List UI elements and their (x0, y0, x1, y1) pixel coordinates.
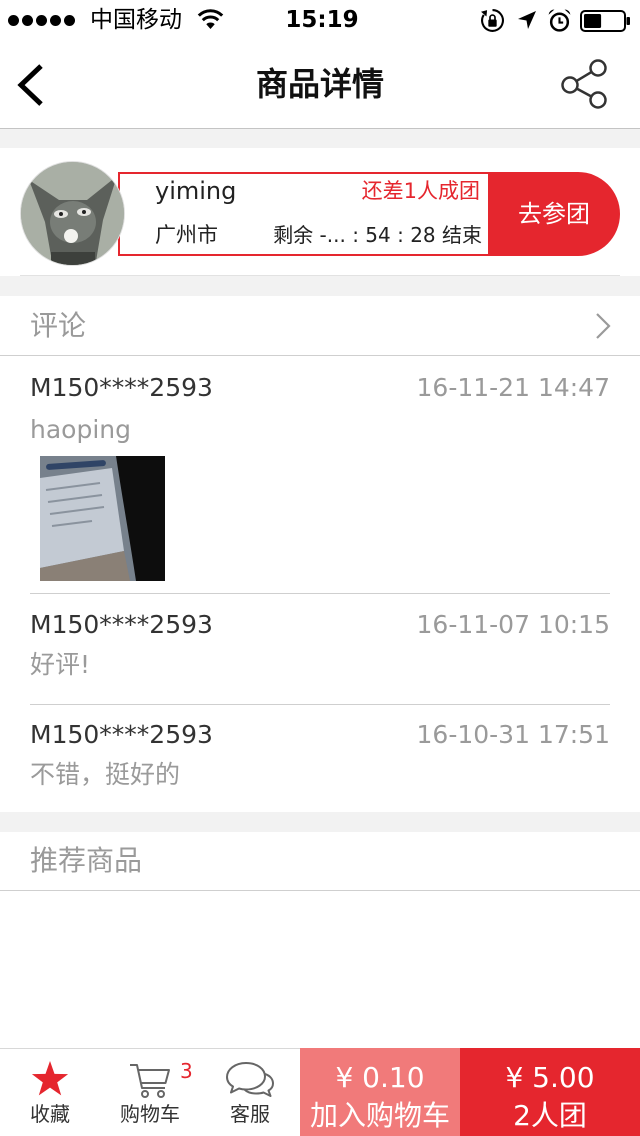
add-to-cart-label: 加入购物车 (309, 1099, 450, 1132)
comment-user: M150****2593 (30, 373, 213, 402)
recommend-header-divider (0, 890, 640, 891)
avatar-image (21, 162, 124, 265)
signal-dot (50, 15, 61, 26)
comment-time: 16-10-31 17:51 (416, 720, 610, 749)
comment-text: 不错，挺好的 (30, 760, 181, 789)
comment-divider (30, 704, 610, 705)
group-leader-name: yiming (155, 177, 237, 205)
add-to-cart-button[interactable]: ¥ 0.10 加入购物车 (300, 1048, 460, 1136)
star-icon (31, 1061, 69, 1096)
location-arrow-icon (518, 11, 536, 29)
chevron-right-icon[interactable] (594, 311, 612, 341)
wifi-icon (197, 9, 224, 29)
header: 中国移动 15:19 商品详情 (0, 0, 640, 128)
single-price: ¥ 0.10 (335, 1061, 425, 1094)
cart-count-badge: 3 (180, 1059, 193, 1083)
signal-strength-icon (8, 15, 78, 26)
comment-user: M150****2593 (30, 720, 213, 749)
rotation-lock-icon (481, 9, 504, 32)
comments-header-divider (0, 355, 640, 356)
comment-photo[interactable] (40, 456, 165, 581)
avatar (20, 161, 125, 266)
comments-title: 评论 (30, 309, 87, 342)
page-title: 商品详情 (255, 65, 384, 103)
comment-divider (30, 593, 610, 594)
battery-icon (580, 10, 630, 32)
group-price: ¥ 5.00 (505, 1061, 595, 1094)
status-time: 15:19 (285, 7, 359, 33)
comment-user: M150****2593 (30, 610, 213, 639)
group-buy-button[interactable]: ¥ 5.00 2人团 (460, 1048, 640, 1136)
cart-icon (130, 1064, 170, 1098)
comment-text: 好评! (30, 650, 91, 679)
group-city: 广州市 (155, 223, 218, 247)
group-buy-label: 2人团 (513, 1099, 587, 1132)
favorite-label: 收藏 (30, 1102, 70, 1126)
cart-label: 购物车 (120, 1102, 180, 1126)
alarm-clock-icon (548, 9, 571, 32)
customer-service-label: 客服 (230, 1102, 270, 1126)
cart-button[interactable]: 3 购物车 (100, 1048, 200, 1136)
recommend-title: 推荐商品 (30, 844, 143, 877)
signal-dot (36, 15, 47, 26)
signal-dot (64, 15, 75, 26)
signal-dot (8, 15, 19, 26)
comment-text: haoping (30, 415, 131, 444)
chat-bubbles-icon (226, 1062, 274, 1097)
group-status: 还差1人成团 (361, 179, 480, 203)
signal-dot (22, 15, 33, 26)
group-countdown: 剩余 -... : 54 : 28 结束 (273, 223, 482, 247)
favorite-button[interactable]: 收藏 (0, 1048, 100, 1136)
carrier-name: 中国移动 (90, 7, 182, 33)
comment-time: 16-11-07 10:15 (416, 610, 610, 639)
customer-service-button[interactable]: 客服 (200, 1048, 300, 1136)
header-divider (0, 128, 640, 129)
group-card-divider (20, 275, 620, 276)
comment-time: 16-11-21 14:47 (416, 373, 610, 402)
join-group-button[interactable]: 去参团 (488, 172, 620, 256)
share-icon[interactable] (558, 58, 610, 110)
comments-header[interactable] (0, 296, 640, 355)
battery-level-fill (584, 14, 602, 28)
